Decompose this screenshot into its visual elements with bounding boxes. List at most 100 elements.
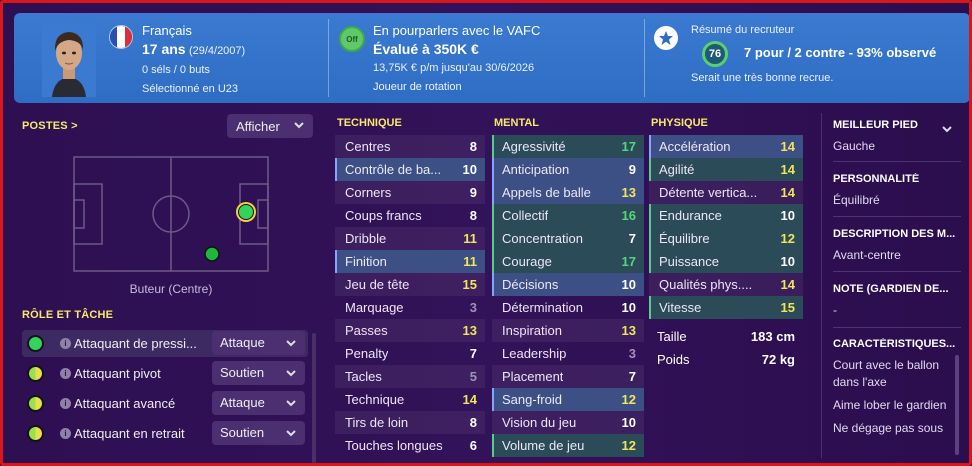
attribute-name: Dribble [345,231,387,246]
attribute-name: Agressivité [502,139,566,154]
show-dropdown[interactable]: Afficher [227,114,313,138]
attribute-row[interactable]: Équilibre 12 [649,227,803,250]
player-header: Français 17 ans (29/4/2007) 0 séls / 0 b… [14,13,969,103]
attribute-row[interactable]: Placement 7 [492,365,644,388]
height-row: Taille 183 cm [649,325,803,348]
attribute-row[interactable]: Corners 9 [335,181,485,204]
attribute-row[interactable]: Jeu de tête 15 [335,273,485,296]
attribute-value: 17 [621,139,636,154]
attribute-name: Détermination [502,300,583,315]
attribute-row[interactable]: Tacles 5 [335,365,485,388]
attribute-name: Équilibre [659,231,710,246]
caps-goals: 0 séls / 0 buts [142,64,210,76]
attribute-value: 14 [780,185,795,200]
attribute-value: 12 [780,231,795,246]
mental-title: MENTAL [494,117,540,129]
roles-scrollbar[interactable] [312,333,316,463]
attribute-row[interactable]: Appels de balle 13 [492,181,644,204]
attribute-row[interactable]: Volume de jeu 12 [492,434,644,457]
attribute-row[interactable]: Agilité 14 [649,158,803,181]
contract-details: 13,75K € p/m jusqu'au 30/6/2026 [373,62,535,74]
info-icon[interactable]: i [60,398,71,409]
role-name: Attaquant en retrait [74,426,185,441]
attribute-value: 12 [621,392,636,407]
attribute-name: Puissance [659,254,719,269]
attribute-row[interactable]: Leadership 3 [492,342,644,365]
attribute-row[interactable]: Anticipation 9 [492,158,644,181]
physique-title: PHYSIQUE [651,117,708,129]
role-rating-full-icon [27,335,44,352]
attribute-row[interactable]: Puissance 10 [649,250,803,273]
header-divider [328,19,329,97]
gk-rating-block: NOTE (GARDIEN DE... - [833,283,963,319]
height-label: Taille [657,329,687,344]
attribute-row[interactable]: Coups francs 8 [335,204,485,227]
role-item[interactable]: i Attaquant en retrait Soutien [22,420,308,447]
attribute-row[interactable]: Endurance 10 [649,204,803,227]
attribute-row[interactable]: Décisions 10 [492,273,644,296]
attribute-row[interactable]: Tirs de loin 8 [335,411,485,434]
attribute-name: Vitesse [659,300,702,315]
technique-title: TECHNIQUE [337,117,402,129]
attribute-value: 8 [469,139,477,154]
traits-title: CARACTÉRISTIQUES... [833,338,956,350]
position-label: Buteur (Centre) [129,282,213,296]
attribute-row[interactable]: Passes 13 [335,319,485,342]
role-item[interactable]: i Attaquant de pressi... Attaque [22,330,308,357]
role-rating-half-icon [27,365,44,382]
duty-label: Attaque [220,335,265,350]
attribute-row[interactable]: Vision du jeu 10 [492,411,644,434]
duty-dropdown[interactable]: Soutien [212,421,305,445]
attribute-row[interactable]: Contrôle de ba... 10 [335,158,485,181]
scout-report[interactable]: Résumé du recruteur [691,21,794,40]
gk-rating-value: - [833,303,837,317]
role-item[interactable]: i Attaquant pivot Soutien [22,360,308,387]
attribute-value: 8 [469,415,477,430]
side-panel-scrollbar[interactable] [955,355,959,455]
attribute-name: Penalty [345,346,389,361]
side-separator [833,327,961,328]
attribute-row[interactable]: Sang-froid 12 [492,388,644,411]
attribute-row[interactable]: Courage 17 [492,250,644,273]
france-flag-icon [109,25,133,49]
chevron-down-icon[interactable] [941,123,953,135]
attribute-row[interactable]: Qualités phys.... 14 [649,273,803,296]
attribute-row[interactable]: Centres 8 [335,135,485,158]
attribute-name: Finition [345,254,387,269]
info-icon[interactable]: i [60,368,71,379]
attribute-row[interactable]: Agressivité 17 [492,135,644,158]
attribute-value: 17 [621,254,636,269]
traits-block: CARACTÉRISTIQUES... Court avec le ballon… [833,338,963,437]
attribute-row[interactable]: Technique 14 [335,388,485,411]
attribute-row[interactable]: Accélération 14 [649,135,803,158]
attribute-value: 14 [780,277,795,292]
scout-note: Serait une très bonne recrue. [691,72,834,84]
attribute-value: 10 [621,277,636,292]
duty-dropdown[interactable]: Attaque [212,391,305,415]
role-name: Attaquant pivot [74,366,161,381]
duty-dropdown[interactable]: Attaque [212,331,305,355]
info-icon[interactable]: i [60,428,71,439]
attribute-row[interactable]: Collectif 16 [492,204,644,227]
role-item[interactable]: i Attaquant avancé Attaque [22,390,308,417]
attribute-row[interactable]: Finition 11 [335,250,485,273]
attribute-value: 10 [621,415,636,430]
attribute-row[interactable]: Vitesse 15 [649,296,803,319]
attribute-row[interactable]: Inspiration 13 [492,319,644,342]
chevron-down-icon [294,122,304,129]
attribute-row[interactable]: Détermination 10 [492,296,644,319]
positions-link[interactable]: POSTES > [22,120,78,132]
attribute-name: Marquage [345,300,404,315]
role-rating-half-icon [27,425,44,442]
attribute-row[interactable]: Penalty 7 [335,342,485,365]
attribute-row[interactable]: Dribble 11 [335,227,485,250]
info-icon[interactable]: i [60,338,71,349]
attribute-row[interactable]: Touches longues 6 [335,434,485,457]
description-title: DESCRIPTION DES M... [833,228,956,240]
chevron-down-icon [286,400,296,407]
attribute-row[interactable]: Détente vertica... 14 [649,181,803,204]
role-name: Attaquant avancé [74,396,176,411]
attribute-row[interactable]: Concentration 7 [492,227,644,250]
duty-dropdown[interactable]: Soutien [212,361,305,385]
attribute-row[interactable]: Marquage 3 [335,296,485,319]
